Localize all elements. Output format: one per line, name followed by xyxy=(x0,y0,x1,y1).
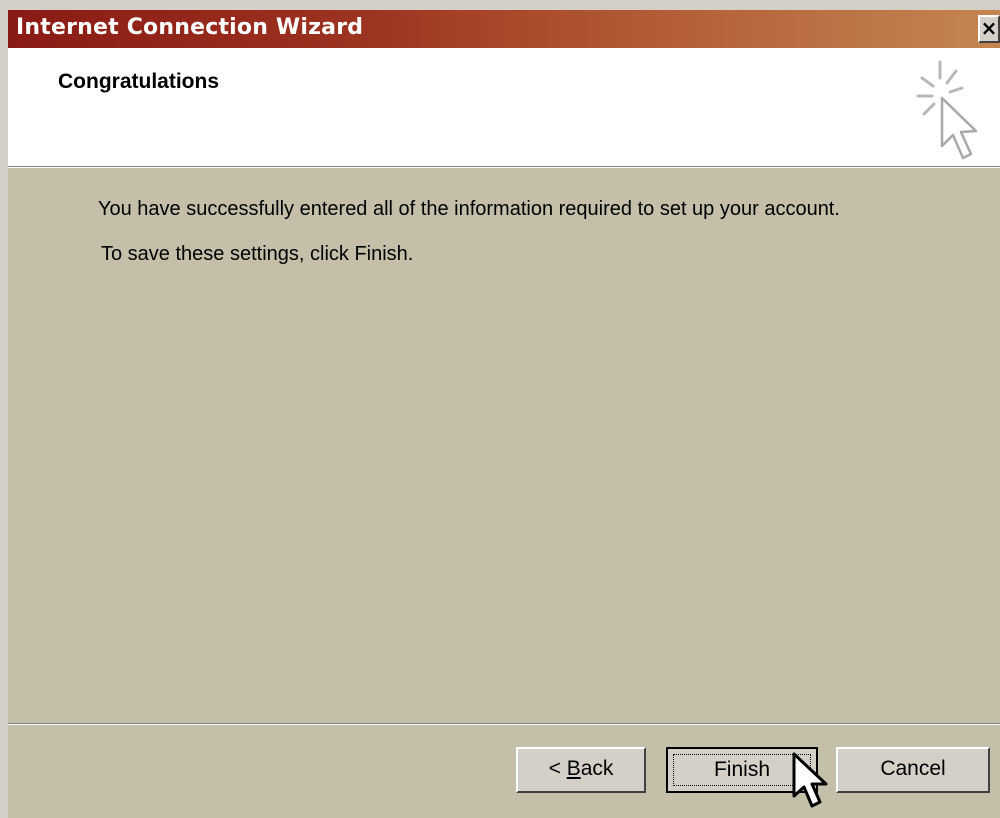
back-label-rest: ack xyxy=(580,757,614,780)
wizard-content: You have successfully entered all of the… xyxy=(8,168,1000,724)
back-label-mnemonic: B xyxy=(566,757,581,780)
wizard-window: Internet Connection Wizard × Congratulat… xyxy=(0,0,1000,818)
window-title: Internet Connection Wizard xyxy=(16,15,364,40)
back-button[interactable]: < Back xyxy=(516,747,646,793)
button-bar: < Back Finish Cancel xyxy=(8,725,1000,818)
wizard-header: Congratulations xyxy=(8,48,1000,166)
cancel-button[interactable]: Cancel xyxy=(836,747,990,793)
mouse-pointer-icon xyxy=(792,752,828,808)
success-message: You have successfully entered all of the… xyxy=(98,198,840,220)
title-bar[interactable]: Internet Connection Wizard × xyxy=(8,10,1000,48)
close-icon: × xyxy=(980,16,998,40)
instruction-message: To save these settings, click Finish. xyxy=(101,243,414,265)
cancel-label: Cancel xyxy=(880,757,946,780)
finish-label: Finish xyxy=(713,758,771,781)
page-title: Congratulations xyxy=(58,70,219,93)
close-button[interactable]: × xyxy=(978,15,1000,43)
back-label-prefix: < xyxy=(548,757,567,780)
wizard-cursor-sparkle-icon xyxy=(916,60,978,160)
